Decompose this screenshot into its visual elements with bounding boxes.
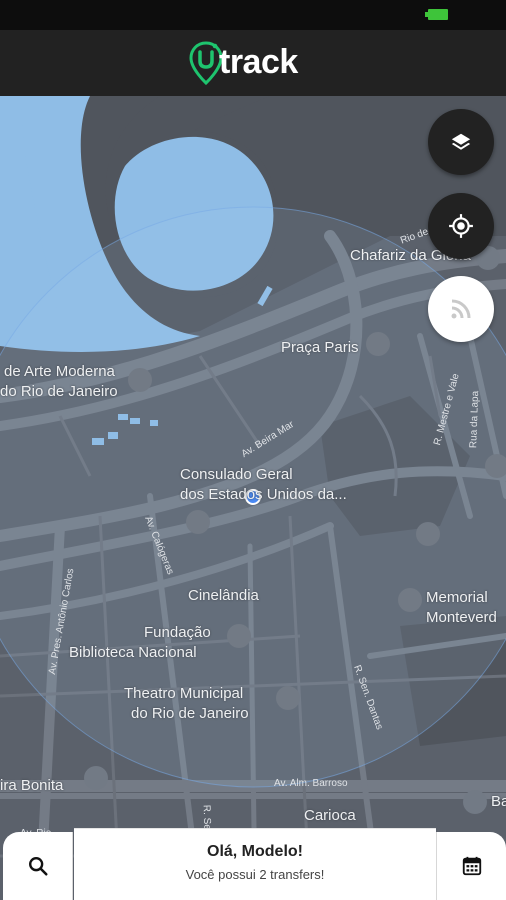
consulate-poi-icon[interactable] xyxy=(186,510,210,534)
map-label-memorial-1: Memorial xyxy=(426,589,488,606)
rss-feed-icon xyxy=(451,299,471,319)
map-label-carioca: Carioca xyxy=(304,807,356,824)
monument-poi-icon[interactable] xyxy=(366,332,390,356)
app-title: track xyxy=(219,42,298,81)
map-label-memorial-2: Monteverd xyxy=(426,609,497,626)
map-label-bonita: ira Bonita xyxy=(0,777,64,794)
map-label-consulado-1: Consulado Geral xyxy=(180,466,293,483)
app-header: track xyxy=(0,30,506,96)
layers-button[interactable] xyxy=(428,109,494,175)
landmark-poi-icon[interactable] xyxy=(485,454,506,478)
theater-poi-icon[interactable] xyxy=(276,686,300,710)
museum-poi-icon[interactable] xyxy=(128,368,152,392)
location-pin-icon xyxy=(189,41,223,85)
calendar-button[interactable] xyxy=(436,832,506,900)
map-label-fundacao-2: Biblioteca Nacional xyxy=(69,644,197,661)
map-label-museu-2: do Rio de Janeiro xyxy=(0,383,118,400)
search-icon xyxy=(28,857,48,876)
map-label-ba: Ba xyxy=(491,793,506,810)
place-poi-icon[interactable] xyxy=(84,766,108,790)
rss-feed-button[interactable] xyxy=(428,276,494,342)
map-label-theatro-2: do Rio de Janeiro xyxy=(131,705,249,722)
calendar-icon xyxy=(462,856,481,876)
app-logo: track xyxy=(189,40,324,86)
greeting-panel[interactable]: Olá, Modelo! Você possui 2 transfers! xyxy=(74,828,436,900)
map-label-fundacao-1: Fundação xyxy=(144,624,211,641)
memorial-poi-icon[interactable] xyxy=(398,588,422,612)
street-lapa: Rua da Lapa xyxy=(468,390,482,449)
restaurant-poi-icon[interactable] xyxy=(416,522,440,546)
status-bar xyxy=(0,0,506,30)
layers-icon xyxy=(451,133,471,150)
map-label-praca-paris: Praça Paris xyxy=(281,339,359,356)
bank-poi-icon[interactable] xyxy=(463,790,487,814)
search-button[interactable] xyxy=(3,832,73,900)
map-label-cinelandia: Cinelândia xyxy=(188,587,259,604)
map-label-consulado-2: dos Estados Unidos da... xyxy=(180,486,347,503)
battery-icon xyxy=(425,9,448,20)
my-location-button[interactable] xyxy=(428,193,494,259)
greeting-text: Olá, Modelo! xyxy=(207,843,303,860)
street-barroso: Av. Alm. Barroso xyxy=(274,778,348,789)
map-label-museu-1: de Arte Moderna xyxy=(4,363,115,380)
my-location-icon xyxy=(449,214,473,238)
map-label-theatro-1: Theatro Municipal xyxy=(124,685,244,702)
transfers-text: Você possui 2 transfers! xyxy=(185,867,325,882)
bottom-bar: Olá, Modelo! Você possui 2 transfers! xyxy=(0,828,506,900)
library-poi-icon[interactable] xyxy=(227,624,251,648)
